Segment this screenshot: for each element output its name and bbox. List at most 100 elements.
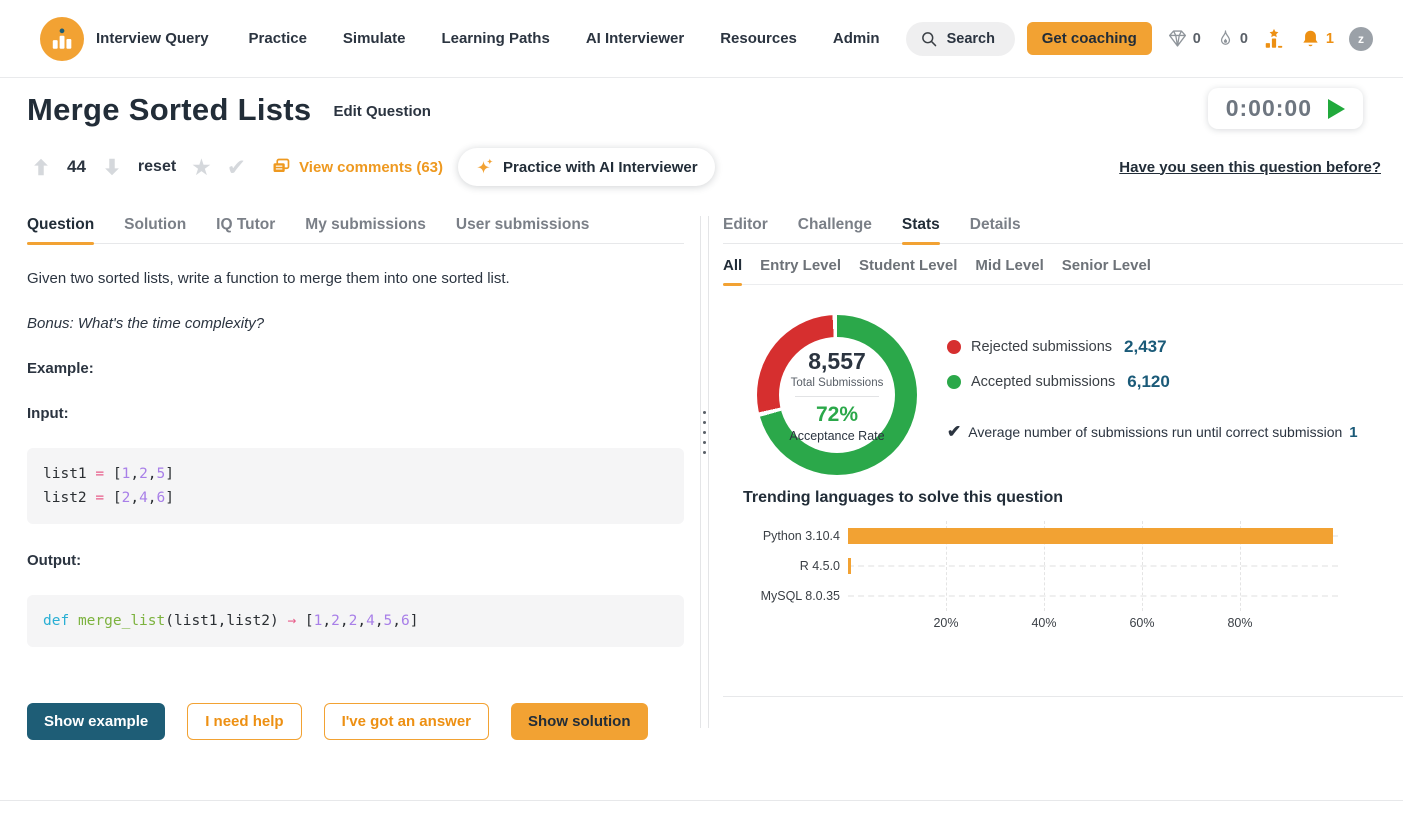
get-coaching-button[interactable]: Get coaching	[1027, 22, 1152, 55]
main-split: Question Solution IQ Tutor My submission…	[0, 216, 1403, 740]
right-tab-bar: Editor Challenge Stats Details	[723, 216, 1403, 244]
bar-chart-logo-icon	[49, 26, 75, 52]
code-token: ,	[130, 466, 139, 482]
stats-level-filter-bar: All Entry Level Student Level Mid Level …	[723, 257, 1403, 285]
code-token: ]	[165, 466, 174, 482]
mark-complete-check-icon[interactable]: ✔	[227, 156, 246, 179]
output-label: Output:	[27, 552, 684, 569]
chart-plot-area	[848, 521, 1338, 611]
code-token: ,	[148, 490, 157, 506]
practice-ai-interviewer-button[interactable]: Practice with AI Interviewer	[458, 148, 715, 186]
nav-item-learning-paths[interactable]: Learning Paths	[441, 30, 549, 47]
chart-x-axis: 20% 40% 60% 80%	[848, 616, 1338, 636]
edit-question-link[interactable]: Edit Question	[333, 103, 431, 120]
average-submissions-text: Average number of submissions run until …	[968, 424, 1342, 440]
input-label: Input:	[27, 405, 684, 422]
x-tick-20: 20%	[933, 616, 958, 630]
search-input[interactable]: Search	[906, 22, 1015, 56]
timer-play-button[interactable]	[1328, 99, 1345, 119]
tab-my-submissions[interactable]: My submissions	[305, 216, 426, 243]
view-comments-label: View comments (63)	[299, 159, 443, 176]
code-token: ,	[392, 613, 401, 629]
question-buttons-row: Show example I need help I've got an ans…	[27, 703, 684, 740]
total-submissions-value: 8,557	[808, 348, 866, 375]
x-tick-40: 40%	[1031, 616, 1056, 630]
code-token: ,	[340, 613, 349, 629]
tab-question[interactable]: Question	[27, 216, 94, 243]
brand-name[interactable]: Interview Query	[96, 30, 209, 47]
chart-plot-column: 20% 40% 60% 80%	[848, 521, 1338, 636]
top-navigation-bar: Interview Query Practice Simulate Learni…	[0, 0, 1403, 78]
sparkle-icon	[475, 157, 495, 177]
upvote-icon[interactable]	[30, 156, 52, 178]
rejected-label: Rejected submissions	[971, 339, 1112, 355]
code-token: ,	[130, 490, 139, 506]
subtab-senior-level[interactable]: Senior Level	[1062, 257, 1151, 284]
code-token: ]	[165, 490, 174, 506]
code-token: merge_list	[78, 613, 165, 629]
subtab-mid-level[interactable]: Mid Level	[975, 257, 1043, 284]
show-example-button[interactable]: Show example	[27, 703, 165, 740]
panel-resize-handle[interactable]	[700, 216, 709, 728]
tab-editor[interactable]: Editor	[723, 216, 768, 243]
nav-item-admin[interactable]: Admin	[833, 30, 880, 47]
page: Interview Query Practice Simulate Learni…	[0, 0, 1403, 816]
tab-stats[interactable]: Stats	[902, 216, 940, 243]
donut-center: 8,557 Total Submissions 72% Acceptance R…	[779, 337, 895, 453]
nav-item-simulate[interactable]: Simulate	[343, 30, 406, 47]
tab-user-submissions[interactable]: User submissions	[456, 216, 590, 243]
page-title: Merge Sorted Lists	[27, 88, 311, 132]
question-actions-row: 44 reset ★ ✔ View comments (63) Practice…	[0, 132, 1403, 186]
nav-item-resources[interactable]: Resources	[720, 30, 797, 47]
seen-before-link[interactable]: Have you seen this question before?	[1119, 159, 1381, 176]
drag-handle-dot	[703, 421, 706, 424]
rejected-dot-icon	[947, 340, 961, 354]
legend-accepted: Accepted submissions 6,120	[947, 372, 1358, 392]
trending-languages-title: Trending languages to solve this questio…	[723, 489, 1403, 507]
code-token: (list1,list2)	[165, 613, 287, 629]
view-comments-link[interactable]: View comments (63)	[271, 157, 443, 177]
code-token	[69, 613, 78, 629]
subtab-all[interactable]: All	[723, 257, 742, 284]
nav-item-ai-interviewer[interactable]: AI Interviewer	[586, 30, 684, 47]
question-description: Given two sorted lists, write a function…	[27, 270, 684, 287]
tab-solution[interactable]: Solution	[124, 216, 186, 243]
code-token: ,	[357, 613, 366, 629]
tab-iq-tutor[interactable]: IQ Tutor	[216, 216, 275, 243]
code-line: list2 = [2,4,6]	[43, 486, 668, 510]
avatar[interactable]: z	[1349, 27, 1373, 51]
tab-details[interactable]: Details	[970, 216, 1021, 243]
category-label-r: R 4.5.0	[743, 551, 848, 581]
show-solution-button[interactable]: Show solution	[511, 703, 648, 740]
topbar-right-group: Get coaching 0 0	[1027, 22, 1373, 55]
drag-handle-dot	[703, 451, 706, 454]
downvote-icon[interactable]	[101, 156, 123, 178]
x-tick-60: 60%	[1129, 616, 1154, 630]
subtab-entry-level[interactable]: Entry Level	[760, 257, 841, 284]
nav-item-practice[interactable]: Practice	[249, 30, 307, 47]
interview-query-logo[interactable]	[40, 17, 84, 61]
trending-languages-chart: Python 3.10.4 R 4.5.0 MySQL 8.0.35	[723, 521, 1403, 636]
acceptance-rate-label: Acceptance Rate	[789, 429, 884, 443]
favorite-star-icon[interactable]: ★	[191, 156, 212, 179]
code-token: [	[104, 490, 121, 506]
diamond-counter: 0	[1167, 28, 1201, 49]
code-line: list1 = [1,2,5]	[43, 462, 668, 486]
input-code-block: list1 = [1,2,5] list2 = [2,4,6]	[27, 448, 684, 524]
tab-challenge[interactable]: Challenge	[798, 216, 872, 243]
gridline	[848, 565, 1338, 567]
code-token: 4	[139, 490, 148, 506]
footer-divider	[0, 800, 1403, 801]
leaderboard-icon[interactable]	[1263, 27, 1285, 51]
bell-icon	[1300, 28, 1321, 50]
subtab-student-level[interactable]: Student Level	[859, 257, 957, 284]
search-icon	[920, 30, 938, 48]
question-title-row: Merge Sorted Lists Edit Question 0:00:00	[0, 78, 1403, 132]
accepted-label: Accepted submissions	[971, 374, 1115, 390]
code-token: 6	[157, 490, 166, 506]
need-help-button[interactable]: I need help	[187, 703, 301, 740]
got-answer-button[interactable]: I've got an answer	[324, 703, 489, 740]
code-token: def	[43, 613, 69, 629]
reset-vote-link[interactable]: reset	[138, 158, 176, 176]
notifications[interactable]: 1	[1300, 28, 1334, 50]
